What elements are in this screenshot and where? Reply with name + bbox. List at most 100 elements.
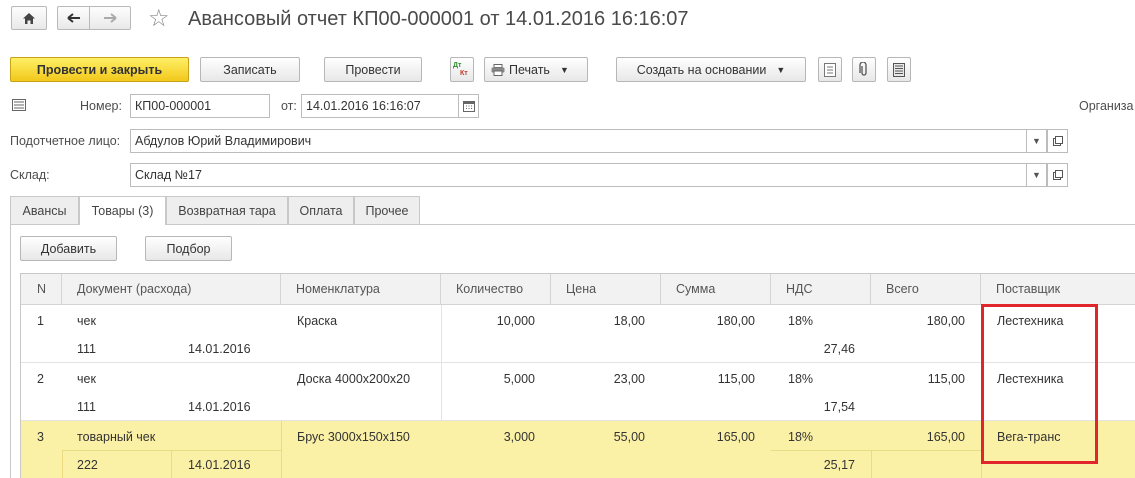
document-number: 222 [77,458,98,472]
home-button[interactable] [11,6,47,30]
total-cell: 180,00 [926,314,965,328]
column-header-n[interactable]: N [21,274,62,305]
vat-rate-cell: 18% [788,430,814,444]
column-header-total[interactable]: Всего [871,274,981,305]
kt-label: Кт [460,69,468,77]
printer-icon [491,63,505,76]
warehouse-dropdown-button[interactable]: ▼ [1026,163,1047,187]
document-icon [824,62,836,77]
warehouse-label: Склад: [10,168,50,182]
post-and-close-button[interactable]: Провести и закрыть [10,57,189,82]
warehouse-field[interactable]: Склад №17 [130,163,1027,187]
document-date: 14.01.2016 [188,458,251,472]
chevron-down-icon: ▼ [1032,136,1041,146]
number-field[interactable]: КП00-000001 [130,94,270,118]
supplier-highlight-box [981,304,1098,464]
column-separator [62,450,63,478]
column-header-sum[interactable]: Сумма [661,274,771,305]
arrow-right-icon [104,13,117,23]
quantity-cell: 3,000 [503,430,535,444]
back-button[interactable] [57,6,90,30]
column-header-supplier[interactable]: Поставщик [981,274,1135,305]
vat-rate-cell: 18% [788,314,814,328]
column-separator [871,450,872,478]
dt-kt-icon: Дт Кт [453,61,471,79]
column-header-nomenclature[interactable]: Номенклатура [281,274,441,305]
quantity-cell: 5,000 [503,372,535,386]
column-header-quantity[interactable]: Количество [441,274,551,305]
document-number: 111 [77,342,97,356]
calendar-icon [462,100,475,112]
accountable-person-label: Подотчетное лицо: [10,134,121,148]
open-link-icon [1052,136,1063,146]
create-based-on-button[interactable]: Создать на основании ▼ [616,57,806,82]
paperclip-icon [859,62,867,76]
row-number: 3 [37,430,44,444]
vat-sum-cell: 27,46 [823,342,855,356]
favorite-star-icon[interactable]: ☆ [148,4,170,33]
tab-returnable-containers[interactable]: Возвратная тара [166,196,288,224]
document-list-icon [12,99,26,111]
pick-button[interactable]: Подбор [145,236,232,261]
tab-payment[interactable]: Оплата [288,196,354,224]
column-header-price[interactable]: Цена [551,274,661,305]
total-cell: 115,00 [927,372,965,386]
forward-button[interactable] [89,6,131,30]
price-cell: 23,00 [613,372,645,386]
nomenclature-cell: Краска [297,314,338,328]
calendar-button[interactable] [458,94,479,118]
chevron-down-icon: ▼ [559,64,569,75]
print-label: Печать [509,62,550,77]
more-actions-button[interactable] [887,57,911,82]
document-report-button[interactable] [818,57,842,82]
list-icon [893,62,905,77]
quantity-cell: 10,000 [496,314,535,328]
attach-button[interactable] [852,57,876,82]
table-row-selected[interactable]: 3 товарный чек 222 14.01.2016 Брус 3000х… [21,421,1135,478]
column-header-document[interactable]: Документ (расхода) [62,274,281,305]
tab-goods[interactable]: Товары (3) [79,196,166,225]
tab-other[interactable]: Прочее [354,196,420,224]
add-button[interactable]: Добавить [20,236,117,261]
warehouse-open-button[interactable] [1047,163,1068,187]
sum-cell: 180,00 [716,314,755,328]
accountable-person-field[interactable]: Абдулов Юрий Владимирович [130,129,1027,153]
arrow-left-icon [66,13,80,23]
document-number: 111 [77,400,97,414]
chevron-down-icon: ▼ [776,64,786,75]
dt-kt-button[interactable]: Дт Кт [450,57,474,82]
document-date: 14.01.2016 [188,400,251,414]
vat-sum-cell: 25,17 [823,458,855,472]
window-title: Авансовый отчет КП00-000001 от 14.01.201… [188,8,689,30]
sum-cell: 115,00 [717,372,755,386]
print-button[interactable]: Печать ▼ [484,57,588,82]
post-button[interactable]: Провести [324,57,422,82]
nomenclature-cell: Брус 3000х150х150 [297,430,410,444]
save-button[interactable]: Записать [200,57,300,82]
number-label: Номер: [80,99,122,113]
column-separator [281,421,282,478]
vat-rate-cell: 18% [788,372,814,386]
tab-advances[interactable]: Авансы [10,196,79,224]
selection-line [771,450,981,451]
chevron-down-icon: ▼ [1032,170,1041,180]
open-link-icon [1052,170,1063,180]
organization-label: Организа [1079,99,1134,113]
price-cell: 55,00 [613,430,645,444]
person-open-button[interactable] [1047,129,1068,153]
column-header-vat[interactable]: НДС [771,274,871,305]
row-number: 1 [37,314,44,328]
table-row[interactable]: 2 чек 111 14.01.2016 Доска 4000х200х20 5… [21,363,1135,421]
document-type: товарный чек [77,430,156,444]
date-field[interactable]: 14.01.2016 16:16:07 [301,94,459,118]
sum-cell: 165,00 [716,430,755,444]
selection-line [62,450,281,451]
vat-sum-cell: 17,54 [823,400,855,414]
home-icon [23,12,35,24]
row-number: 2 [37,372,44,386]
create-based-on-label: Создать на основании [636,62,767,77]
price-cell: 18,00 [613,314,645,328]
person-dropdown-button[interactable]: ▼ [1026,129,1047,153]
document-type: чек [77,314,96,328]
table-row[interactable]: 1 чек 111 14.01.2016 Краска 10,000 18,00… [21,305,1135,363]
